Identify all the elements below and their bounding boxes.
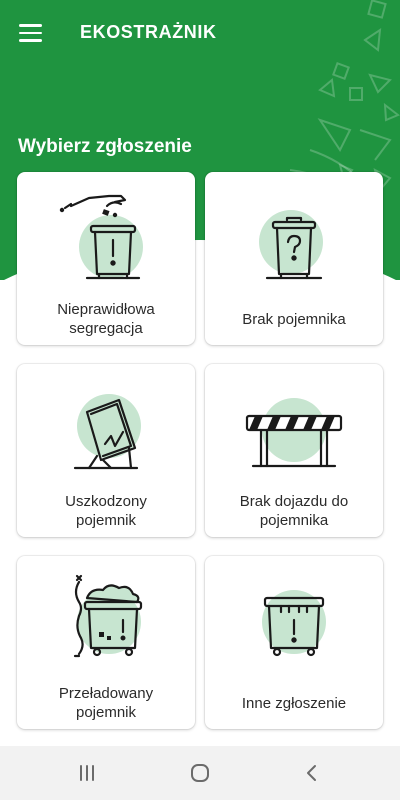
card-label: Uszkodzony pojemnik	[65, 493, 147, 529]
app-bar: EKOSTRAŻNIK	[0, 0, 400, 66]
app-title: EKOSTRAŻNIK	[80, 22, 217, 42]
no-access-barrier-icon	[245, 398, 343, 468]
card-overfilled-bin[interactable]: Przeładowany pojemnik	[17, 556, 195, 729]
card-damaged-bin[interactable]: Uszkodzony pojemnik	[17, 364, 195, 537]
card-label: Przeładowany pojemnik	[58, 685, 154, 721]
card-label: Brak dojazdu do pojemnika	[239, 493, 349, 529]
hamburger-menu-icon[interactable]	[14, 19, 48, 47]
card-no-access[interactable]: Brak dojazdu do pojemnika	[205, 364, 383, 537]
recents-icon[interactable]	[69, 759, 105, 787]
back-icon[interactable]	[294, 759, 330, 787]
system-navigation-bar	[0, 746, 400, 800]
card-other-report[interactable]: Inne zgłoszenie	[205, 556, 383, 729]
home-icon[interactable]	[182, 759, 218, 787]
report-type-grid: Nieprawidłowa segregacja Brak pojemnika	[17, 172, 383, 729]
card-label: Brak pojemnika	[242, 310, 346, 328]
damaged-bin-icon	[73, 394, 141, 470]
card-label: Inne zgłoszenie	[241, 694, 347, 712]
card-missing-bin[interactable]: Brak pojemnika	[205, 172, 383, 345]
card-label: Nieprawidłowa segregacja	[57, 301, 155, 337]
card-wrong-segregation[interactable]: Nieprawidłowa segregacja	[17, 172, 195, 345]
wrong-segregation-icon	[59, 194, 143, 280]
missing-bin-icon	[259, 210, 323, 280]
overfilled-bin-icon	[73, 574, 143, 658]
other-report-icon	[262, 590, 326, 657]
section-title: Wybierz zgłoszenie	[18, 136, 192, 157]
